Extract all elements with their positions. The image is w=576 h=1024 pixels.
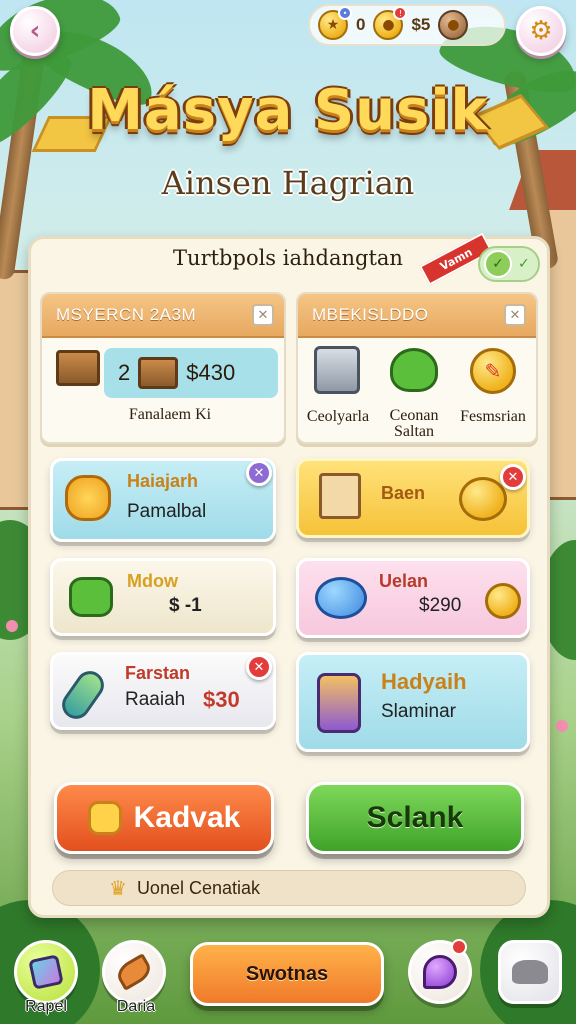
- card-baen-close-icon[interactable]: ✕: [500, 464, 526, 490]
- card-haiajarh[interactable]: Haiajarh Pamalbal: [50, 458, 276, 542]
- card-baen[interactable]: Baen: [296, 458, 530, 538]
- gold-coin-icon: [459, 477, 507, 521]
- card-farstan[interactable]: Farstan Raaiah $30: [50, 652, 276, 730]
- gem-value: 0: [356, 15, 366, 34]
- chest-small-icon: [138, 357, 179, 389]
- flower: [6, 620, 18, 632]
- potion-icon: [56, 665, 110, 725]
- card-title: Baen: [381, 483, 426, 503]
- info-bar: ♛ Uonel Cenatiak: [52, 870, 526, 906]
- coin-value: $5: [411, 15, 431, 34]
- toggle-knob-icon: ✓: [484, 250, 512, 278]
- bronze-coin-icon: ●: [438, 10, 469, 40]
- leaf-icon: [113, 953, 155, 991]
- center-swotnas-button[interactable]: Swotnas: [190, 942, 384, 1006]
- card-title: Haiajarh: [127, 471, 199, 491]
- check-icon: ✓: [518, 256, 530, 272]
- gem-coin-icon: ★ •: [318, 6, 352, 40]
- panel-toggle[interactable]: ✓ ✓: [478, 246, 540, 282]
- right-item-label-3: Fesmsrian: [460, 408, 526, 425]
- nav-potion-button[interactable]: [408, 939, 472, 1004]
- coin-pencil-icon[interactable]: ✎: [470, 348, 516, 394]
- nav-daria-button[interactable]: [102, 940, 166, 1004]
- panel-header: Turtbpols iahdangtan: [173, 246, 403, 270]
- center-swotnas-label: Swotnas: [245, 962, 329, 985]
- nav-rapel-button[interactable]: [14, 940, 78, 1004]
- dog-silhouette-icon: [512, 960, 548, 984]
- back-button[interactable]: ‹: [10, 6, 60, 56]
- green-sack-icon[interactable]: [390, 348, 438, 392]
- nav-rapel-label: Rapel: [25, 998, 67, 1015]
- left-count: 2: [118, 360, 131, 385]
- gem-badge: •: [338, 6, 352, 20]
- right-item-label-1: Ceolyarla: [306, 408, 370, 425]
- card-sub: Pamalbal: [127, 501, 207, 522]
- info-bar-text: Uonel Cenatiak: [136, 877, 261, 898]
- card-hadyaih[interactable]: Hadyaih Slaminar: [296, 652, 530, 752]
- coin-badge: !: [393, 6, 408, 20]
- card-uelan[interactable]: Uelan $290: [296, 558, 530, 638]
- chevron-left-icon: ‹: [29, 16, 41, 46]
- kadvak-button[interactable]: Kadvak: [54, 782, 274, 854]
- left-price-pill[interactable]: 2 $430: [104, 348, 278, 398]
- left-section-label: Fanalaem Ki: [128, 406, 212, 423]
- blue-blob-icon: [315, 577, 367, 619]
- card-title: Uelan: [379, 571, 429, 591]
- chest-icon: [56, 350, 100, 386]
- green-gem-icon: [69, 577, 113, 617]
- nav-pet-button[interactable]: [498, 940, 562, 1004]
- purple-potion-icon: [423, 955, 457, 989]
- settings-button[interactable]: ⚙: [516, 6, 566, 56]
- right-section-close-button[interactable]: ✕: [504, 304, 526, 326]
- note-icon: [319, 473, 361, 519]
- card-title: Hadyaih: [381, 669, 467, 694]
- gold-coin-icon[interactable]: ● !: [373, 6, 408, 40]
- left-section-close-button[interactable]: ✕: [252, 304, 274, 326]
- sclank-label: Sclank: [366, 801, 464, 834]
- right-item-label-2: Ceonan Saltan: [389, 407, 439, 440]
- sclank-button[interactable]: Sclank: [306, 782, 524, 854]
- card-mdow[interactable]: Mdow $ -1: [50, 558, 276, 636]
- left-section-head: MSYERCN 2A3M ✕: [42, 294, 284, 338]
- notification-dot-icon: [451, 939, 467, 955]
- card-title: Farstan: [125, 663, 191, 683]
- game-subtitle: Ainsen Hagrian: [161, 164, 415, 202]
- crown-icon: ♛: [109, 877, 127, 900]
- bucket-icon[interactable]: [314, 346, 360, 394]
- gift-bag-icon: [317, 673, 361, 733]
- gear-icon: ⚙: [529, 16, 553, 46]
- card-farstan-close-icon[interactable]: ✕: [246, 654, 272, 680]
- card-sub: Raaiah: [125, 689, 186, 710]
- flower: [556, 720, 568, 732]
- right-section-head: MBEKISLDDO ✕: [298, 294, 536, 338]
- card-title: Mdow: [127, 571, 178, 591]
- nav-daria-label: Daria: [116, 998, 156, 1015]
- left-section-title: MSYERCN 2A3M: [56, 305, 197, 324]
- card-price: $30: [203, 687, 240, 712]
- gold-coin-icon: [485, 583, 521, 619]
- gift-box-icon: [28, 954, 64, 990]
- card-haiajarh-close-icon[interactable]: ✕: [246, 460, 272, 486]
- star-badge-icon: [87, 801, 122, 835]
- card-sub: Slaminar: [381, 701, 456, 722]
- card-price: $ -1: [169, 595, 202, 616]
- card-price: $290: [419, 595, 462, 616]
- gear-coin-icon: [65, 475, 111, 521]
- currency-bar: ★ • 0 ● ! $5 ●: [308, 4, 506, 46]
- game-title: Másya Susik: [87, 78, 489, 143]
- kadvak-label: Kadvak: [133, 801, 241, 834]
- left-price: $430: [186, 360, 236, 385]
- right-section-title: MBEKISLDDO: [312, 305, 429, 324]
